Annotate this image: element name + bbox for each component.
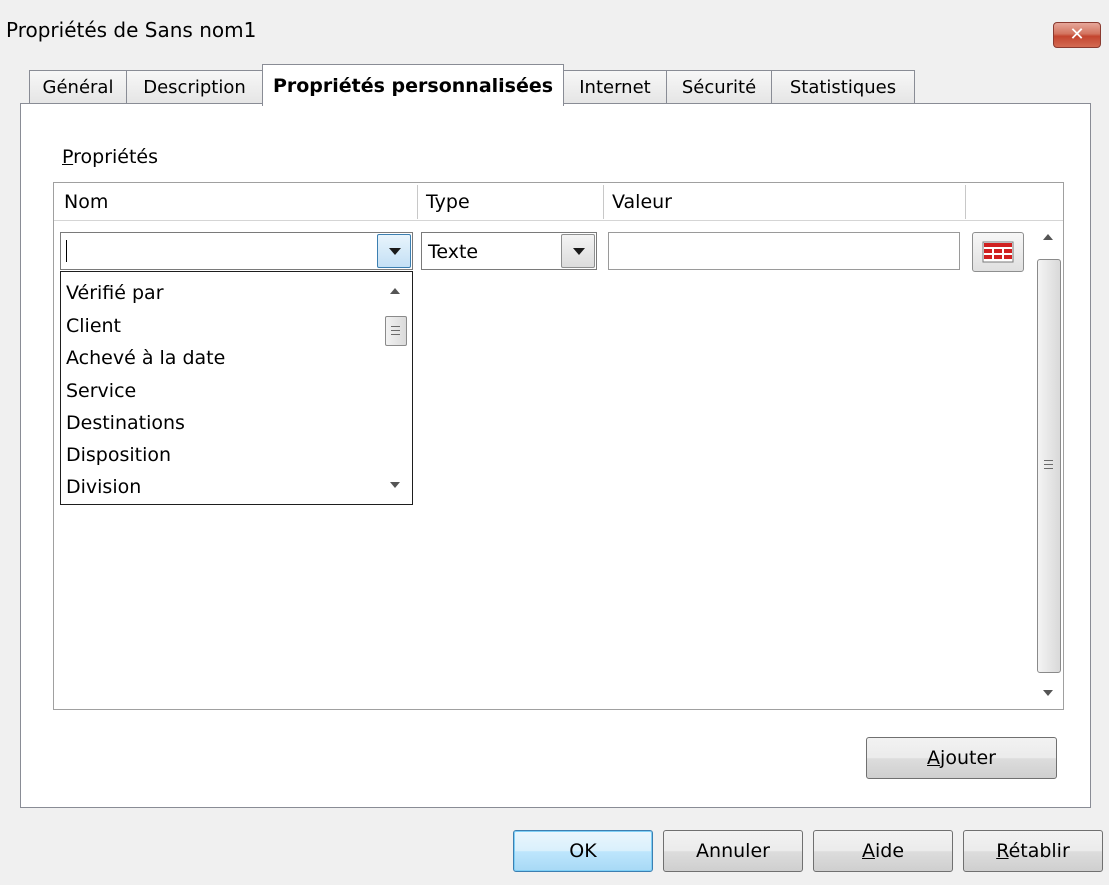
name-dropdown-button[interactable] [377, 234, 411, 268]
scroll-down-icon[interactable] [1043, 690, 1053, 696]
list-item[interactable]: Division [66, 474, 141, 500]
scroll-down-icon[interactable] [390, 482, 400, 488]
tab-internet[interactable]: Internet [563, 70, 667, 104]
close-icon: ✕ [1069, 24, 1085, 45]
property-value-input[interactable] [608, 232, 960, 270]
grip-line [1044, 460, 1053, 461]
tab-description[interactable]: Description [126, 70, 263, 104]
column-header-value[interactable]: Valeur [604, 183, 964, 221]
chevron-down-icon [389, 248, 401, 255]
reset-button[interactable]: Rétablir [963, 830, 1103, 872]
properties-label-rest: ropriétés [73, 146, 159, 168]
add-button-rest: jouter [940, 747, 996, 769]
chevron-down-icon [573, 248, 585, 255]
add-button-accel: A [927, 747, 941, 769]
list-item[interactable]: Client [66, 313, 121, 339]
scrollbar-thumb[interactable] [1037, 259, 1061, 673]
help-button-rest: ide [874, 840, 905, 862]
help-button[interactable]: Aide [813, 830, 953, 872]
text-caret [66, 240, 67, 262]
list-item[interactable]: Disposition [66, 442, 171, 468]
reset-button-accel: R [996, 840, 1009, 862]
remove-property-button[interactable] [972, 232, 1024, 272]
window-title: Propriétés de Sans nom1 [6, 18, 257, 42]
tab-custom-properties[interactable]: Propriétés personnalisées [262, 64, 564, 106]
property-type-value: Texte [428, 241, 479, 263]
dropdown-scrollbar[interactable] [382, 278, 409, 498]
tab-statistics[interactable]: Statistiques [771, 70, 915, 104]
scroll-up-icon[interactable] [390, 288, 400, 294]
column-header-type[interactable]: Type [418, 183, 602, 221]
grip-line [1044, 468, 1053, 469]
property-name-input[interactable] [60, 232, 413, 270]
table-scrollbar[interactable] [1034, 225, 1062, 705]
close-button[interactable]: ✕ [1053, 22, 1101, 48]
type-dropdown-button[interactable] [561, 234, 595, 268]
grip-line [391, 334, 400, 335]
column-divider[interactable] [965, 185, 966, 219]
tab-security[interactable]: Sécurité [666, 70, 772, 104]
tab-general[interactable]: Général [29, 70, 127, 104]
cancel-button[interactable]: Annuler [663, 830, 803, 872]
list-item[interactable]: Service [66, 378, 136, 404]
list-item[interactable]: Destinations [66, 410, 185, 436]
list-item[interactable]: Achevé à la date [66, 345, 225, 371]
list-item[interactable]: Vérifié par [66, 280, 164, 306]
ok-button[interactable]: OK [513, 830, 653, 872]
table-grid-icon [982, 241, 1014, 263]
grip-line [391, 330, 400, 331]
grip-line [391, 326, 400, 327]
scroll-up-icon[interactable] [1043, 234, 1053, 240]
help-button-accel: A [861, 840, 875, 862]
add-button[interactable]: Ajouter [866, 737, 1057, 779]
property-name-dropdown-list: Vérifié par Client Achevé à la date Serv… [60, 271, 413, 505]
properties-label-accel: P [62, 146, 74, 168]
scrollbar-thumb[interactable] [385, 316, 407, 346]
grip-line [1044, 464, 1053, 465]
properties-label: Propriétés [62, 146, 158, 168]
column-header-name[interactable]: Nom [56, 183, 416, 221]
reset-button-rest: établir [1008, 840, 1070, 862]
